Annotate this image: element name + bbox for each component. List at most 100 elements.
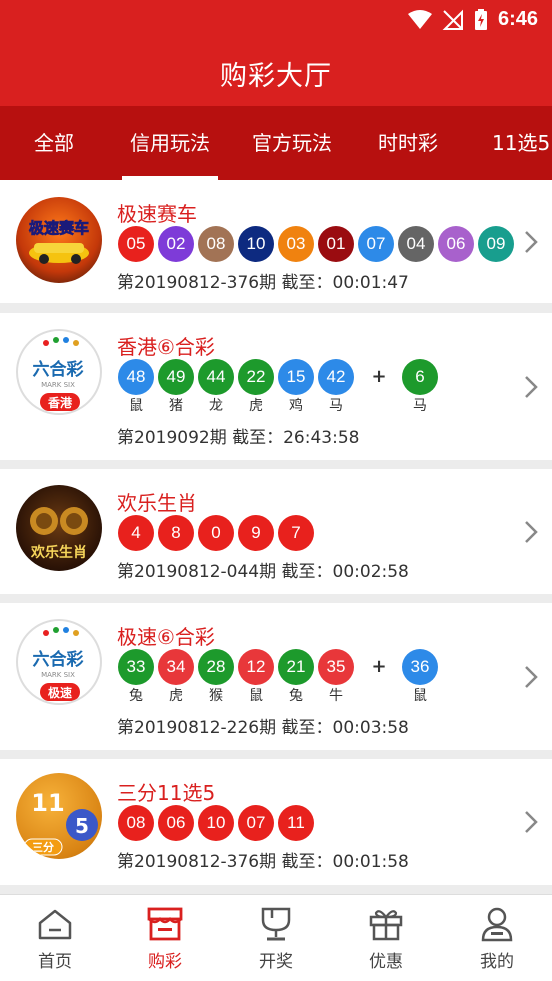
game-name: 极速赛车	[117, 202, 197, 226]
ball: 44	[198, 359, 234, 395]
jisu-marksix-logo: 六合彩 MARK SIX 极速	[16, 619, 102, 705]
zodiac-label: 鸡	[289, 398, 303, 414]
svg-text:香港: 香港	[47, 395, 73, 410]
ball: 0	[198, 515, 234, 551]
ball: 01	[318, 226, 354, 262]
ball: 07	[358, 226, 394, 262]
nav-label: 购彩	[148, 952, 182, 972]
ball-item: 11	[277, 805, 315, 841]
nav-results[interactable]: 开奖	[221, 895, 331, 981]
ball: 42	[318, 359, 354, 395]
tab-all[interactable]: 全部	[34, 106, 74, 180]
hk-marksix-logo: 六合彩 MARK SIX 香港	[16, 329, 102, 415]
ball-item: 09	[477, 226, 515, 262]
ball-item: 21 兔	[277, 649, 315, 704]
ball-item: 33 兔	[117, 649, 155, 704]
status-time: 6:46	[497, 8, 538, 30]
game-name: 香港⑥合彩	[117, 335, 215, 359]
ball: 49	[158, 359, 194, 395]
ball: 9	[238, 515, 274, 551]
tab-official-play[interactable]: 官方玩法	[252, 106, 332, 180]
period-info: 第20190812-044期 截至：00:02:58	[117, 562, 409, 582]
nav-label: 开奖	[259, 952, 293, 972]
ball-item: 07	[237, 805, 275, 841]
svg-text:11: 11	[31, 789, 64, 817]
period-info: 第20190812-226期 截至：00:03:58	[117, 718, 409, 738]
ball-item: 12 鼠	[237, 649, 275, 704]
zodiac-label: 猪	[169, 398, 183, 414]
gift-icon	[367, 905, 405, 943]
ball: 36	[402, 649, 438, 685]
special-ball: 36 鼠	[401, 649, 439, 704]
ball: 22	[238, 359, 274, 395]
ball-item: 01	[317, 226, 355, 262]
tab-11x5[interactable]: 11选5	[492, 106, 550, 180]
ball-item: 44 龙	[197, 359, 235, 414]
ball: 6	[402, 359, 438, 395]
zodiac-label: 牛	[329, 688, 343, 704]
user-icon	[478, 905, 516, 943]
nav-home[interactable]: 首页	[0, 895, 110, 981]
svg-text:六合彩: 六合彩	[33, 649, 84, 670]
plus-sign: +	[371, 656, 387, 677]
ball-item: 49 猪	[157, 359, 195, 414]
game-card-jisu-saiche[interactable]: 极速赛车 极速赛车 05 02 08 10 03 01 07 04 06 09 第20190812…	[0, 180, 552, 303]
tab-ssc[interactable]: 时时彩	[378, 106, 438, 180]
svg-text:MARK SIX: MARK SIX	[41, 671, 75, 679]
game-card-jisu-marksix[interactable]: 六合彩 MARK SIX 极速 极速⑥合彩 33 兔 34 虎 28 猴 12 鼠 21 兔 35 牛…	[0, 603, 552, 750]
zodiac-label: 鼠	[129, 398, 143, 414]
ball-item: 07	[357, 226, 395, 262]
ball: 11	[278, 805, 314, 841]
ball-row: 33 兔 34 虎 28 猴 12 鼠 21 兔 35 牛 + 36 鼠	[117, 649, 441, 704]
regular-balls: 48 鼠 49 猪 44 龙 22 虎 15 鸡 42 马	[117, 359, 357, 414]
ball-item: 8	[157, 515, 195, 551]
wifi-icon	[407, 9, 432, 29]
zodiac-label: 鼠	[413, 688, 427, 704]
page-title: 购彩大厅	[220, 60, 332, 92]
zodiac-label: 虎	[249, 398, 263, 414]
chevron-right-icon	[525, 376, 538, 398]
nav-label: 优惠	[369, 952, 403, 972]
game-card-huanle-shengxiao[interactable]: 欢乐生肖 欢乐生肖 48097 第20190812-044期 截至：00:02:…	[0, 469, 552, 594]
ball: 35	[318, 649, 354, 685]
regular-balls: 33 兔 34 虎 28 猴 12 鼠 21 兔 35 牛	[117, 649, 357, 704]
ball-item: 05	[117, 226, 155, 262]
ball: 09	[478, 226, 514, 262]
ball: 02	[158, 226, 194, 262]
ball: 06	[158, 805, 194, 841]
ball: 03	[278, 226, 314, 262]
game-name: 三分11选5	[117, 781, 216, 805]
game-card-hk-marksix[interactable]: 六合彩 MARK SIX 香港 香港⑥合彩 48 鼠 49 猪 44 龙 22 虎 15 鸡 42 马…	[0, 313, 552, 460]
ball-item: 03	[277, 226, 315, 262]
nav-mine[interactable]: 我的	[442, 895, 552, 981]
ball: 4	[118, 515, 154, 551]
battery-charging-icon	[474, 8, 487, 30]
svg-text:六合彩: 六合彩	[33, 359, 84, 380]
nav-promotions[interactable]: 优惠	[331, 895, 441, 981]
ball-item: 10	[237, 226, 275, 262]
ball-item: 28 猴	[197, 649, 235, 704]
nav-label: 首页	[38, 952, 72, 972]
ball: 10	[198, 805, 234, 841]
game-name: 极速⑥合彩	[117, 625, 215, 649]
tab-credit-play[interactable]: 信用玩法	[122, 106, 218, 180]
store-icon	[146, 905, 184, 943]
ball: 12	[238, 649, 274, 685]
period-info: 第2019092期 截至：26:43:58	[117, 428, 360, 448]
nav-buy[interactable]: 购彩	[110, 895, 220, 981]
game-card-sanfen-11x5[interactable]: 11 5 三分 三分11选5 08 06 10 07 11 第20190812-376期…	[0, 759, 552, 885]
no-signal-icon	[442, 9, 463, 30]
plus-sign: +	[371, 366, 387, 387]
ball-item: 7	[277, 515, 315, 551]
zodiac-label: 猴	[209, 688, 223, 704]
huanle-shengxiao-logo: 欢乐生肖	[16, 485, 102, 571]
zodiac-label: 兔	[129, 688, 143, 704]
ball-row: 05 02 08 10 03 01 07 04 06 09	[117, 226, 517, 262]
zodiac-label: 鼠	[249, 688, 263, 704]
chevron-right-icon	[525, 521, 538, 543]
zodiac-label: 马	[413, 398, 427, 414]
ball-item: 02	[157, 226, 195, 262]
ball: 06	[438, 226, 474, 262]
ball-item: 15 鸡	[277, 359, 315, 414]
ball-row: 48 鼠 49 猪 44 龙 22 虎 15 鸡 42 马 + 6 马	[117, 359, 441, 414]
